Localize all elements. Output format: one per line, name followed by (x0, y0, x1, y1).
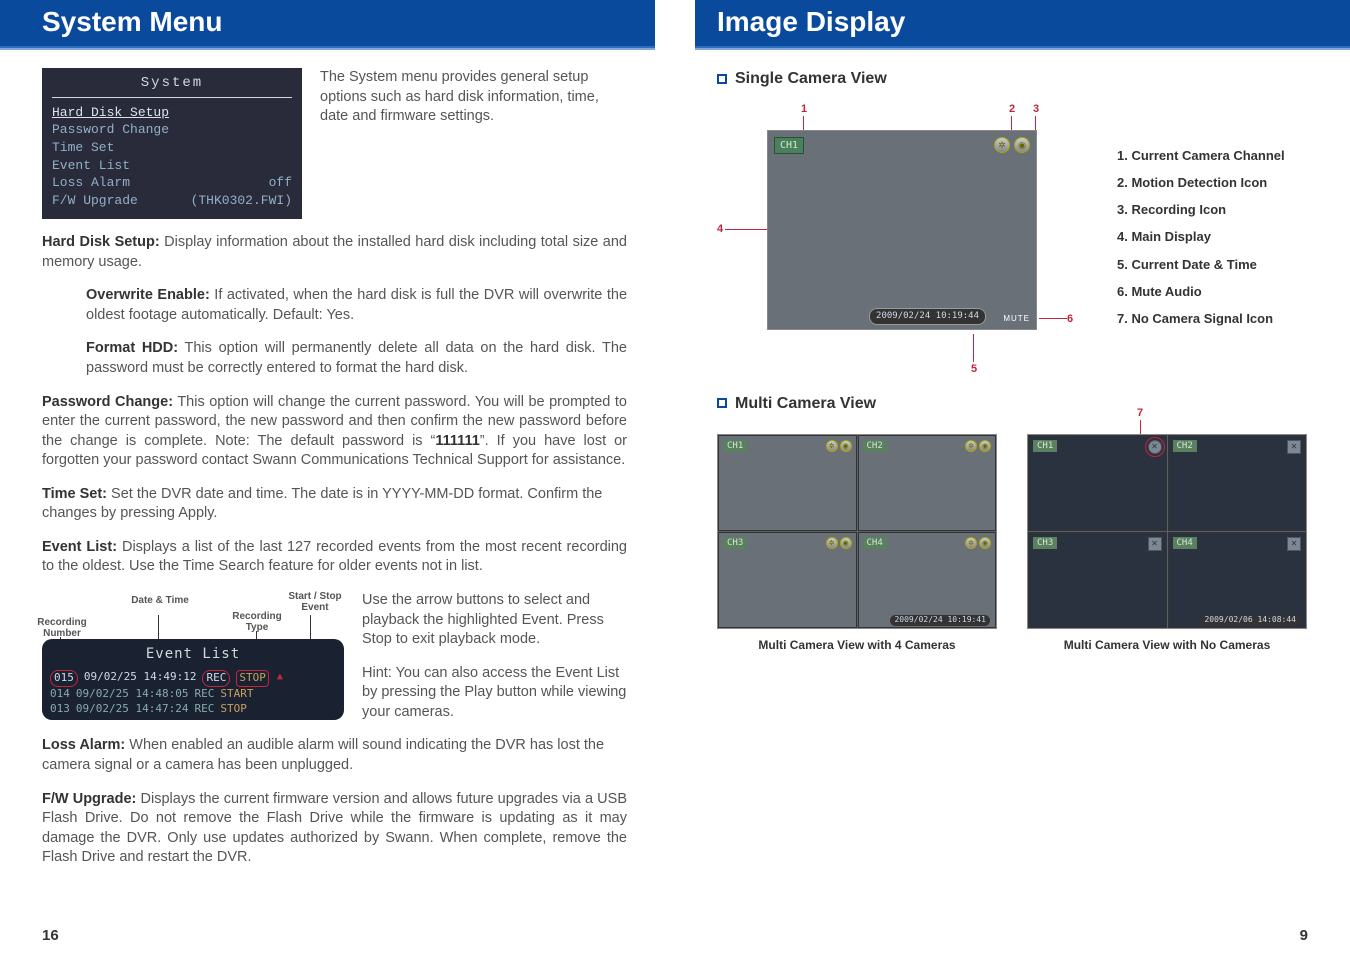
system-menu-screenshot: System Hard Disk Setup Password Change T… (42, 68, 302, 219)
hd-setup-para: Hard Disk Setup: Display information abo… (42, 233, 627, 272)
system-menu-title: System (52, 74, 292, 98)
multi-no-cameras: CH1✕ CH2✕ CH3✕ CH4✕ 2009/02/06 14:08:44 (1027, 434, 1307, 629)
timeset-para: Time Set: Set the DVR date and time. The… (42, 485, 627, 524)
overwrite-para: Overwrite Enable: If activated, when the… (86, 286, 627, 325)
cam-channel-label: CH1 (774, 137, 804, 155)
single-view-legend: 1. Current Camera Channel 2. Motion Dete… (1117, 142, 1285, 333)
sm-row-4: Loss Alarm (52, 174, 130, 192)
single-camera-diagram: 1 2 3 4 5 6 CH1 ✲ (717, 102, 1097, 333)
loss-para: Loss Alarm: When enabled an audible alar… (42, 736, 627, 775)
multi-4-cameras: CH1✲◉ CH2✲◉ CH3✲◉ CH4✲◉ 2009/02/24 10:19… (717, 434, 997, 629)
mute-label: MUTE (1003, 314, 1030, 325)
sm-row-2: Time Set (52, 139, 114, 157)
cam-timestamp: 2009/02/24 10:19:44 (869, 308, 986, 324)
eventlist-para: Event List: Displays a list of the last … (42, 538, 627, 577)
motion-detection-icon: ✲ (994, 137, 1010, 153)
recording-icon: ◉ (1014, 137, 1030, 153)
format-para: Format HDD: This option will permanently… (86, 339, 627, 378)
pwchange-para: Password Change: This option will change… (42, 393, 627, 471)
page-number-right: 9 (1300, 927, 1308, 944)
event-list-screenshot: Event List 015 09/02/25 14:49:12 REC STO… (42, 639, 344, 720)
callout-7: 7 (1137, 406, 1143, 421)
sm-row-1: Password Change (52, 121, 169, 139)
left-title: System Menu (0, 0, 655, 48)
right-title: Image Display (695, 0, 1350, 48)
event-list-callouts: Recording Number Date & Time Recording T… (42, 591, 344, 639)
multi-camera-heading: Multi Camera View (717, 393, 1308, 415)
sm-row-5: F/W Upgrade (52, 192, 138, 210)
multi-4-caption: Multi Camera View with 4 Cameras (717, 637, 997, 653)
single-camera-heading: Single Camera View (717, 68, 1308, 90)
page-number-left: 16 (42, 927, 59, 944)
fw-para: F/W Upgrade: Displays the current firmwa… (42, 790, 627, 868)
sm-row-3: Event List (52, 157, 130, 175)
sm-row-0: Hard Disk Setup (52, 104, 169, 122)
multi-0-caption: Multi Camera View with No Cameras (1027, 637, 1307, 653)
no-signal-icon: ✕ (1148, 440, 1162, 454)
